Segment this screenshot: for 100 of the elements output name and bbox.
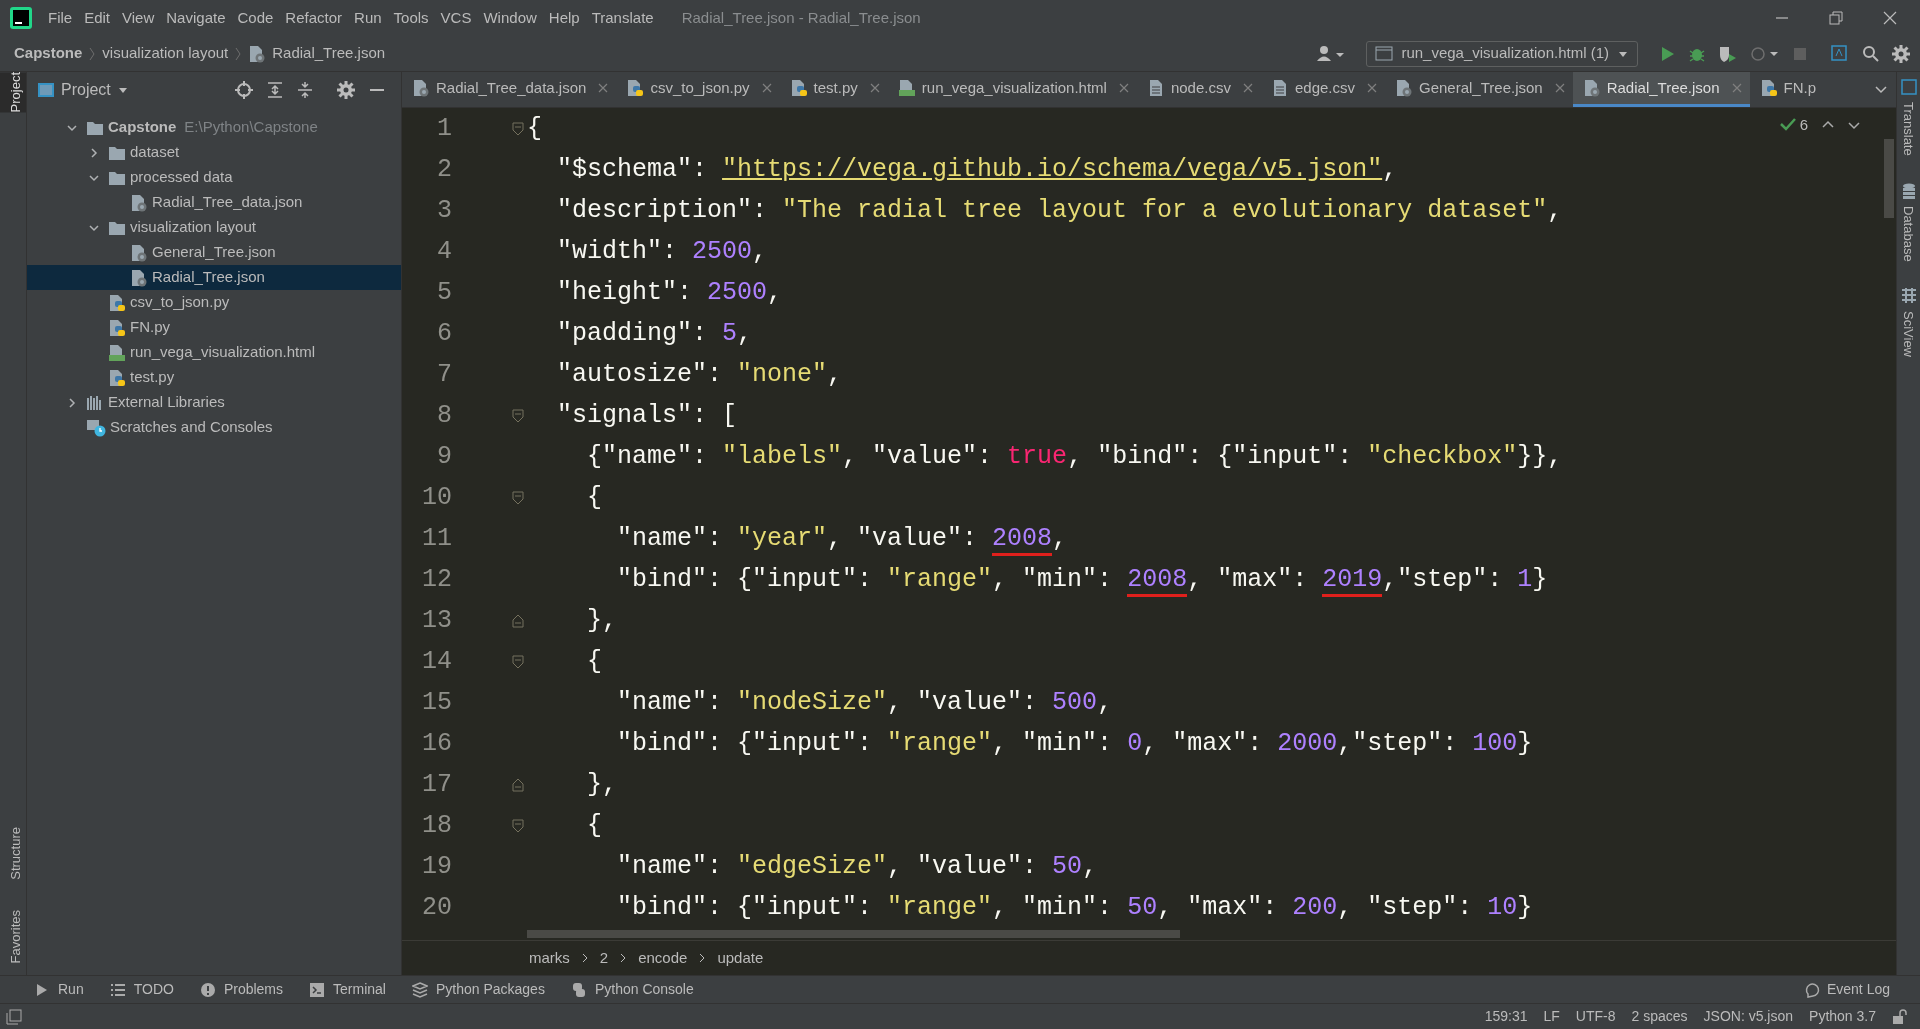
tool-window-button[interactable]: Run	[34, 979, 84, 1000]
fold-marker-icon[interactable]	[512, 818, 524, 833]
status-item[interactable]: 159:31	[1484, 1006, 1528, 1027]
panel-toggle-icon[interactable]	[6, 1008, 22, 1025]
tree-item-label: Radial_Tree.json	[152, 267, 265, 288]
locate-icon[interactable]	[235, 81, 253, 99]
editor-tab[interactable]: test.py	[779, 72, 888, 107]
tree-item-label: run_vega_visualization.html	[130, 342, 316, 363]
code-line: "bind": {"input": "range", "min": 2008, "max": 2019,"step": 1}	[527, 560, 1548, 599]
editor-tab[interactable]: node.csv	[1136, 72, 1261, 107]
code-line: "$schema": "https://vega.github.io/schema/vega/v5.json",	[556, 153, 1398, 186]
status-item[interactable]: Python 3.7	[1809, 1006, 1876, 1027]
fold-marker-icon[interactable]	[512, 490, 524, 505]
stop-icon[interactable]	[1792, 45, 1808, 62]
project-view-dropdown[interactable]: Project	[61, 78, 129, 102]
user-icon[interactable]	[1316, 44, 1347, 63]
editor-tab[interactable]: FN.p	[1749, 72, 1825, 107]
menu-item[interactable]: VCS	[434, 6, 478, 30]
editor-tab[interactable]: Radial_Tree.json	[1572, 72, 1750, 107]
menu-item[interactable]: Translate	[585, 6, 660, 30]
close-icon[interactable]	[1554, 83, 1565, 93]
fold-marker-icon[interactable]	[512, 613, 524, 628]
editor-tab[interactable]: General_Tree.json	[1385, 72, 1573, 107]
shield-run-icon[interactable]	[1718, 44, 1738, 63]
fold-marker-icon[interactable]	[512, 777, 524, 792]
tree-item[interactable]: External Libraries	[27, 390, 401, 415]
event-log-button[interactable]: Event Log	[1804, 979, 1890, 1000]
search-icon[interactable]	[1862, 44, 1880, 63]
breadcrumb-item[interactable]: encode	[638, 946, 688, 970]
menu-item[interactable]: Run	[348, 6, 388, 30]
status-item[interactable]: 2 spaces	[1631, 1006, 1688, 1027]
menu-item[interactable]: Help	[542, 6, 586, 30]
editor-tab[interactable]: Radial_Tree_data.json	[402, 72, 617, 107]
tree-item[interactable]: General_Tree.json	[27, 240, 401, 265]
editor-tab[interactable]: csv_to_json.py	[616, 72, 780, 107]
close-icon[interactable]	[761, 83, 772, 93]
menu-item[interactable]: Window	[477, 6, 543, 30]
tree-item[interactable]: run_vega_visualization.html	[27, 340, 401, 365]
settings-icon[interactable]	[1892, 44, 1910, 63]
breadcrumb-item[interactable]: update	[717, 946, 764, 970]
menu-item[interactable]: Refactor	[279, 6, 349, 30]
tool-window-button[interactable]: SciView	[1897, 281, 1920, 364]
collapse-all-icon[interactable]	[297, 81, 313, 99]
breadcrumb-item[interactable]: Capstone	[14, 42, 83, 65]
fold-marker-icon[interactable]	[512, 654, 524, 669]
translate-icon[interactable]	[1830, 43, 1850, 64]
menu-item[interactable]: Code	[231, 6, 280, 30]
menu-item[interactable]: View	[116, 6, 161, 30]
status-item[interactable]: UTF-8	[1575, 1006, 1616, 1027]
menu-item[interactable]: File	[42, 6, 79, 30]
tool-window-button[interactable]: Problems	[199, 979, 284, 1000]
tool-window-button[interactable]: Favorites	[0, 909, 26, 963]
expand-all-icon[interactable]	[267, 81, 283, 99]
menu-item[interactable]: Edit	[78, 6, 117, 30]
tool-window-button[interactable]: Python Packages	[411, 979, 545, 1000]
tree-item[interactable]: processed data	[27, 165, 401, 190]
tree-item[interactable]: Radial_Tree.json	[27, 265, 401, 290]
breadcrumb-item[interactable]: Radial_Tree.json	[272, 42, 386, 65]
menu-item[interactable]: Tools	[387, 6, 435, 30]
restore-icon[interactable]	[1828, 10, 1844, 26]
close-icon[interactable]	[1882, 10, 1898, 26]
run-configuration-dropdown[interactable]: run_vega_visualization.html (1)	[1366, 40, 1638, 67]
close-icon[interactable]	[869, 83, 880, 93]
line-number: 1	[436, 112, 452, 145]
chevron-down-icon[interactable]	[1848, 119, 1860, 132]
breadcrumb-item[interactable]: marks	[529, 946, 570, 970]
editor-tab[interactable]: edge.csv	[1260, 72, 1385, 107]
menu-item[interactable]: Navigate	[160, 6, 232, 30]
tree-item[interactable]: test.py	[27, 365, 401, 390]
breadcrumb-item[interactable]: 2	[599, 946, 609, 970]
close-icon[interactable]	[1367, 83, 1377, 93]
tree-item[interactable]: Capstone E:\Python\Capstone	[27, 115, 401, 140]
json-file-icon	[130, 243, 148, 262]
tool-window-button[interactable]: Python Console	[570, 979, 694, 1000]
tree-item[interactable]: Scratches and Consoles	[27, 415, 401, 440]
status-item[interactable]: JSON: v5.json	[1703, 1006, 1794, 1027]
close-icon[interactable]	[1242, 83, 1253, 93]
clock-run-icon[interactable]	[1750, 44, 1780, 63]
breadcrumb-item[interactable]: visualization layout	[102, 42, 229, 65]
tool-window-button[interactable]: Terminal	[309, 979, 386, 1000]
fold-marker-icon[interactable]	[512, 121, 524, 136]
unlocked-icon[interactable]	[1892, 1008, 1908, 1025]
tool-window-button[interactable]: TODO	[109, 979, 174, 1000]
tree-item[interactable]: FN.py	[27, 315, 401, 340]
fold-marker-icon[interactable]	[512, 408, 524, 423]
tree-item[interactable]: csv_to_json.py	[27, 290, 401, 315]
vertical-scrollbar[interactable]	[1884, 139, 1894, 218]
horizontal-scrollbar[interactable]	[527, 930, 1180, 938]
tool-window-button[interactable]: Project	[0, 72, 26, 113]
tree-item[interactable]: dataset	[27, 140, 401, 165]
editor-tab[interactable]: run_vega_visualization.html	[887, 72, 1137, 107]
close-icon[interactable]	[598, 83, 609, 93]
tool-window-button[interactable]: Structure	[0, 826, 26, 880]
settings-icon[interactable]	[337, 81, 355, 99]
status-item[interactable]: LF	[1543, 1006, 1560, 1027]
tool-window-button[interactable]: Translate	[1897, 72, 1920, 162]
tree-item[interactable]: Radial_Tree_data.json	[27, 190, 401, 215]
close-icon[interactable]	[1118, 83, 1129, 93]
tool-window-button[interactable]: Database	[1897, 175, 1920, 268]
tree-item[interactable]: visualization layout	[27, 215, 401, 240]
